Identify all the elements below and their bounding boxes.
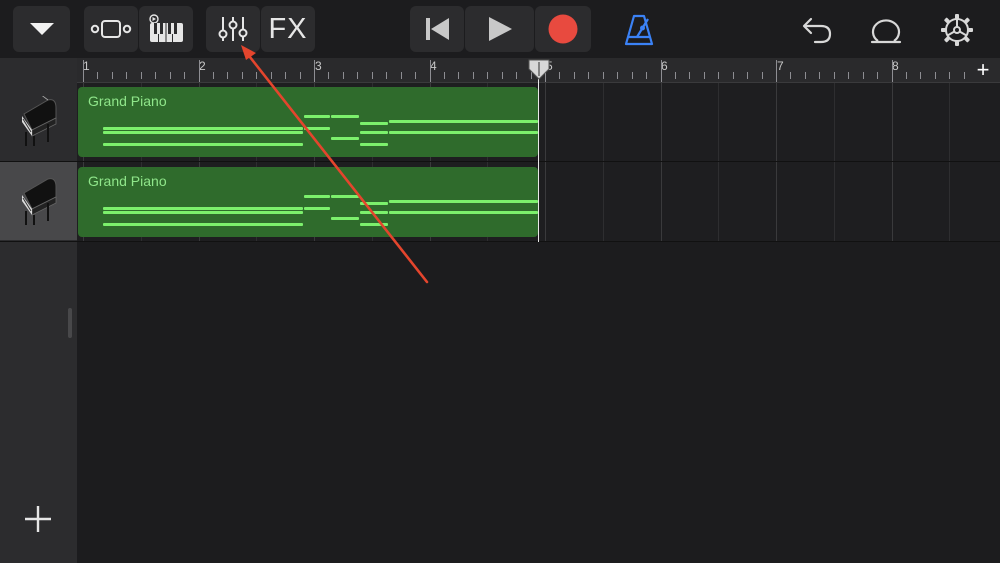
annotation-arrow xyxy=(241,45,429,284)
